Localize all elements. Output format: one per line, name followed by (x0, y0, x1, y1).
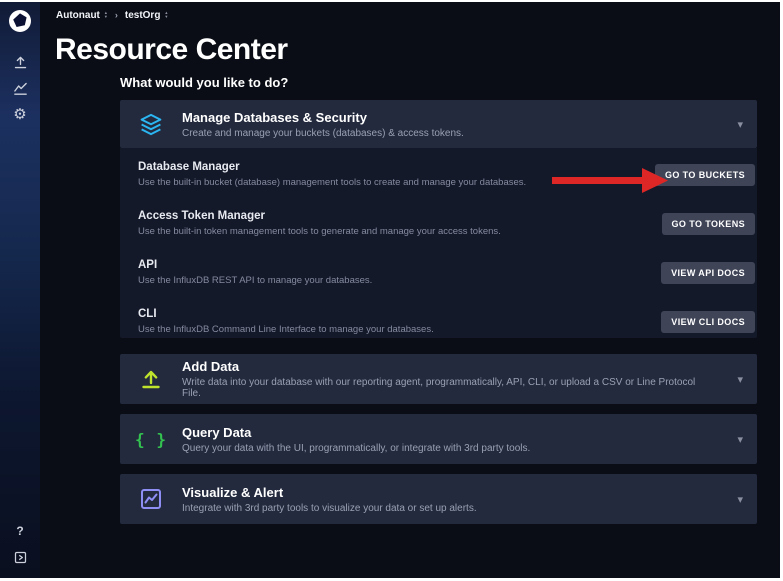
influxdb-logo-icon[interactable] (8, 9, 32, 33)
breadcrumb-project-label: testOrg (125, 10, 161, 21)
nav-data-explorer[interactable] (0, 75, 40, 101)
nav-help[interactable]: ? (0, 518, 40, 544)
chevron-down-icon[interactable]: ▾ (737, 433, 757, 446)
panel-subtitle: Query your data with the UI, programmati… (182, 443, 530, 454)
panel-query-data-header[interactable]: { } Query Data Query your data with the … (120, 414, 757, 464)
panel-header-text: Manage Databases & Security Create and m… (182, 110, 494, 139)
row-description: Use the InfluxDB Command Line Interface … (138, 324, 434, 335)
breadcrumb-org-label: Autonaut (56, 10, 100, 21)
panel-subtitle: Create and manage your buckets (database… (182, 128, 464, 139)
view-cli-docs-button[interactable]: VIEW CLI DOCS (661, 311, 755, 333)
row-text: API Use the InfluxDB REST API to manage … (138, 259, 372, 286)
row-title: CLI (138, 308, 434, 320)
row-description: Use the InfluxDB REST API to manage your… (138, 275, 372, 286)
row-title: API (138, 259, 372, 271)
gear-icon: ⚙ (13, 105, 26, 123)
go-to-tokens-button[interactable]: GO TO TOKENS (662, 213, 755, 235)
help-icon: ? (16, 524, 23, 538)
row-text: Database Manager Use the built-in bucket… (138, 161, 526, 188)
panel-header-text: Query Data Query your data with the UI, … (182, 425, 560, 454)
panel-add-data-header[interactable]: Add Data Write data into your database w… (120, 354, 757, 404)
row-title: Database Manager (138, 161, 526, 173)
chevron-down-icon[interactable]: ▾ (737, 118, 757, 131)
sidebar: ⚙ ? (0, 2, 40, 578)
panel-title: Visualize & Alert (182, 485, 477, 500)
nav-version-switcher[interactable] (0, 544, 40, 570)
nav-load-data[interactable] (0, 49, 40, 75)
panel-add-data: Add Data Write data into your database w… (120, 354, 757, 404)
panel-toggle-icon (13, 550, 28, 565)
panel-title: Manage Databases & Security (182, 110, 464, 125)
panel-manage-databases: Manage Databases & Security Create and m… (120, 100, 757, 338)
curly-braces-icon: { } (120, 430, 182, 449)
row-description: Use the built-in token management tools … (138, 226, 501, 237)
panel-title: Query Data (182, 425, 530, 440)
resource-panels: What would you like to do? Manage Databa… (120, 75, 757, 524)
panel-subtitle: Integrate with 3rd party tools to visual… (182, 503, 477, 514)
row-text: CLI Use the InfluxDB Command Line Interf… (138, 308, 434, 335)
resource-row-access-token-manager: Access Token Manager Use the built-in to… (138, 207, 755, 240)
breadcrumb-project[interactable]: testOrg ▲▼ (125, 10, 176, 21)
panel-header-text: Visualize & Alert Integrate with 3rd par… (182, 485, 507, 514)
panel-title: Add Data (182, 359, 707, 374)
nav-settings[interactable]: ⚙ (0, 101, 40, 127)
panel-query-data: { } Query Data Query your data with the … (120, 414, 757, 464)
chevron-down-icon[interactable]: ▾ (737, 373, 757, 386)
caret-updown-icon: ▲▼ (164, 11, 168, 19)
panel-visualize-alert: Visualize & Alert Integrate with 3rd par… (120, 474, 757, 524)
line-chart-icon (120, 487, 182, 511)
graph-icon (13, 81, 28, 96)
upload-icon (13, 55, 28, 70)
panel-header-text: Add Data Write data into your database w… (182, 359, 737, 399)
resource-row-cli: CLI Use the InfluxDB Command Line Interf… (138, 305, 755, 338)
breadcrumb-org[interactable]: Autonaut ▲▼ (56, 10, 115, 21)
panel-manage-databases-header[interactable]: Manage Databases & Security Create and m… (120, 100, 757, 148)
panel-subtitle: Write data into your database with our r… (182, 377, 707, 399)
row-text: Access Token Manager Use the built-in to… (138, 210, 501, 237)
row-title: Access Token Manager (138, 210, 501, 222)
layers-icon (120, 112, 182, 137)
page-subtitle: What would you like to do? (120, 75, 757, 90)
main-content: Resource Center What would you like to d… (40, 28, 780, 578)
panel-visualize-alert-header[interactable]: Visualize & Alert Integrate with 3rd par… (120, 474, 757, 524)
breadcrumb-bar: Autonaut ▲▼ › testOrg ▲▼ (40, 2, 780, 28)
influxdb-app: ⚙ ? Autonaut ▲▼ › testOrg ▲▼ Resource Ce… (0, 2, 780, 578)
breadcrumb-separator-icon: › (115, 10, 118, 20)
chevron-down-icon[interactable]: ▾ (737, 493, 757, 506)
row-description: Use the built-in bucket (database) manag… (138, 177, 526, 188)
upload-arrow-icon (120, 367, 182, 391)
resource-row-api: API Use the InfluxDB REST API to manage … (138, 256, 755, 289)
page-title: Resource Center (55, 32, 780, 67)
red-arrow-annotation (552, 165, 670, 195)
caret-updown-icon: ▲▼ (104, 11, 108, 19)
view-api-docs-button[interactable]: VIEW API DOCS (661, 262, 755, 284)
